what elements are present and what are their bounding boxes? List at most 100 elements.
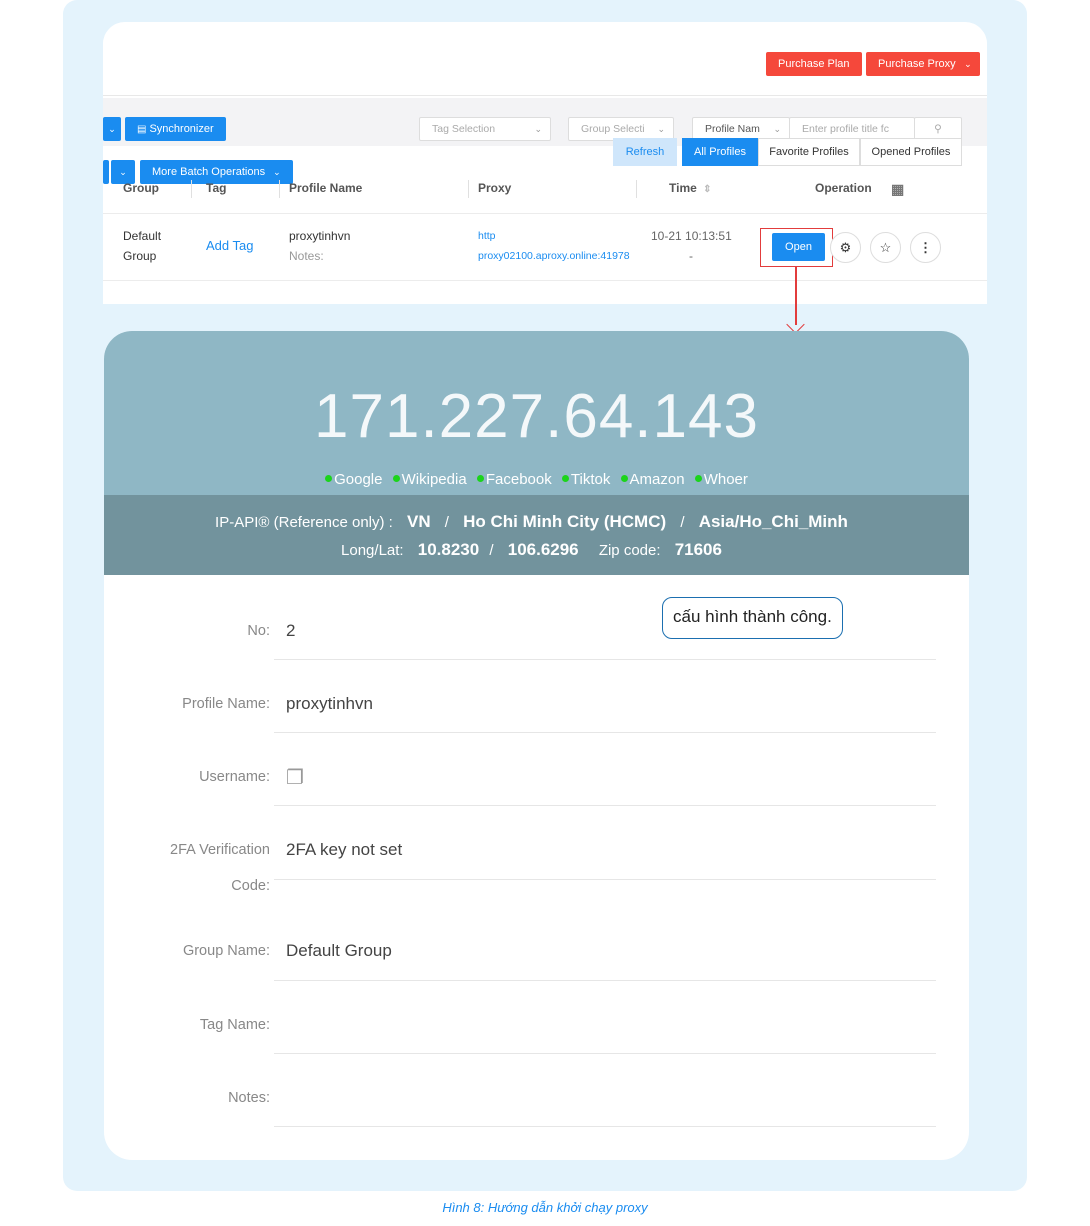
chevron-down-icon: ⌄ (657, 124, 665, 134)
link-wikipedia-label: Wikipedia (401, 471, 467, 488)
latitude: 10.8230 (417, 540, 480, 559)
longitude: 106.6296 (507, 540, 579, 559)
purchase-plan-button[interactable]: Purchase Plan (766, 52, 862, 76)
column-divider (636, 180, 637, 198)
column-header-tag: Tag (206, 181, 227, 195)
chevron-down-icon: ⌄ (773, 124, 781, 134)
column-header-proxy: Proxy (478, 181, 512, 195)
field-divider (274, 732, 936, 733)
field-divider (274, 1126, 936, 1127)
no-value: 2 (286, 621, 296, 640)
geo-line-location: IP-API® (Reference only) : VN / Ho Chi M… (104, 512, 969, 532)
synchronizer-label: Synchronizer (149, 123, 214, 135)
cell-time: 10-21 10:13:51 - (651, 226, 732, 266)
proxy-type: http (478, 230, 496, 242)
profile-name-value: proxytinhvn (286, 694, 373, 713)
batch-action-button[interactable] (103, 160, 109, 184)
refresh-button[interactable]: Refresh (613, 138, 677, 166)
link-facebook-label: Facebook (485, 471, 552, 488)
browser-ip-check-panel: 171.227.64.143 Google Wikipedia Facebook… (104, 331, 969, 1160)
tag-selection-dropdown[interactable]: Tag Selection ⌄ (419, 117, 551, 141)
longlat-label: Long/Lat: (341, 542, 404, 559)
cell-group-line1: Default (123, 229, 162, 243)
column-header-time[interactable]: Time ⇕ (669, 181, 712, 195)
group-name-label: Group Name: (182, 943, 270, 959)
tag-selection-label: Tag Selection (432, 123, 496, 135)
field-divider (274, 805, 936, 806)
row-divider (103, 280, 987, 281)
link-google[interactable]: Google (325, 471, 382, 488)
link-google-label: Google (334, 471, 383, 488)
row-divider (103, 213, 987, 214)
geo-info-band: IP-API® (Reference only) : VN / Ho Chi M… (104, 495, 969, 575)
figure-caption: Hình 8: Hướng dẫn khởi chạy proxy (442, 1200, 648, 1215)
twofa-label-line2: Code: (231, 878, 270, 894)
chevron-down-icon: ⌄ (964, 59, 972, 69)
open-profile-button[interactable]: Open (772, 233, 825, 261)
more-options-icon[interactable]: ⋮ (910, 232, 941, 263)
geo-line-coordinates: Long/Lat: 10.8230 / 106.6296 Zip code: 7… (104, 540, 969, 560)
purchase-proxy-button[interactable]: Purchase Proxy ⌄ (866, 52, 980, 76)
profile-list-panel: Purchase Plan Purchase Proxy ⌄ ⌄ ▤ Synch… (103, 22, 987, 304)
cell-profile-name: proxytinhvn Notes: (289, 226, 350, 266)
column-settings-icon[interactable]: ▦ (891, 181, 904, 198)
profile-notes-label: Notes: (289, 249, 324, 263)
column-header-group: Group (123, 181, 159, 195)
status-dot-icon (620, 475, 628, 482)
profile-name-text: proxytinhvn (289, 229, 351, 243)
success-callout: cấu hình thành công. (662, 597, 843, 639)
zip-code: 71606 (674, 540, 722, 559)
search-field-label: Profile Nam (705, 123, 760, 135)
chevron-down-icon: ⌄ (273, 166, 281, 177)
separator: / (444, 514, 449, 531)
column-divider (279, 180, 280, 198)
zip-label: Zip code: (598, 542, 661, 559)
separator: / (489, 542, 494, 559)
column-header-operation: Operation (815, 181, 872, 195)
link-tiktok-label: Tiktok (570, 471, 611, 488)
cell-group-line2: Group (123, 249, 157, 263)
sync-icon: ▤ (137, 123, 147, 135)
cell-group: Default Group (123, 226, 161, 266)
link-facebook[interactable]: Facebook (476, 471, 552, 488)
link-amazon[interactable]: Amazon (620, 471, 685, 488)
status-dot-icon (325, 475, 333, 482)
copy-icon[interactable]: ❐ (286, 765, 304, 790)
purchase-proxy-label: Purchase Proxy (878, 58, 956, 70)
star-icon[interactable]: ☆ (870, 232, 901, 263)
link-amazon-label: Amazon (629, 471, 685, 488)
tab-favorite-profiles[interactable]: Favorite Profiles (758, 138, 860, 166)
synchronizer-button[interactable]: ▤ Synchronizer (125, 117, 226, 141)
tab-opened-profiles[interactable]: Opened Profiles (860, 138, 962, 166)
header-bar: Purchase Plan Purchase Proxy ⌄ (103, 32, 987, 96)
gear-icon[interactable]: ⚙ (830, 232, 861, 263)
notes-label: Notes: (228, 1090, 270, 1106)
group-selection-label: Group Selecti (581, 123, 645, 135)
tag-name-label: Tag Name: (199, 1017, 270, 1033)
field-divider (274, 980, 936, 981)
add-tag-link[interactable]: Add Tag (206, 236, 253, 256)
username-label: Username: (199, 769, 270, 785)
group-name-value: Default Group (286, 941, 392, 960)
check-links: Google Wikipedia Facebook Tiktok Amazon … (104, 471, 969, 488)
link-whoer[interactable]: Whoer (694, 471, 748, 488)
sort-icon: ⇕ (703, 184, 712, 195)
chevron-down-icon[interactable]: ⌄ (103, 117, 121, 141)
column-divider (468, 180, 469, 198)
country-code: VN (407, 512, 431, 531)
separator: / (680, 514, 685, 531)
field-divider (274, 1053, 936, 1054)
chevron-down-icon: ⌄ (534, 124, 542, 134)
status-dot-icon (476, 475, 484, 482)
status-dot-icon (392, 475, 400, 482)
column-header-time-label: Time (669, 181, 697, 195)
column-divider (191, 180, 192, 198)
column-header-profile-name: Profile Name (289, 181, 363, 195)
tab-all-profiles[interactable]: All Profiles (682, 138, 758, 166)
proxy-address[interactable]: proxy02100.aproxy.online:41978 (478, 246, 630, 266)
link-tiktok[interactable]: Tiktok (561, 471, 611, 488)
no-label: No: (247, 623, 270, 639)
link-wikipedia[interactable]: Wikipedia (392, 471, 467, 488)
more-batch-operations-label: More Batch Operations (152, 166, 266, 178)
profile-name-label: Profile Name: (182, 696, 270, 712)
